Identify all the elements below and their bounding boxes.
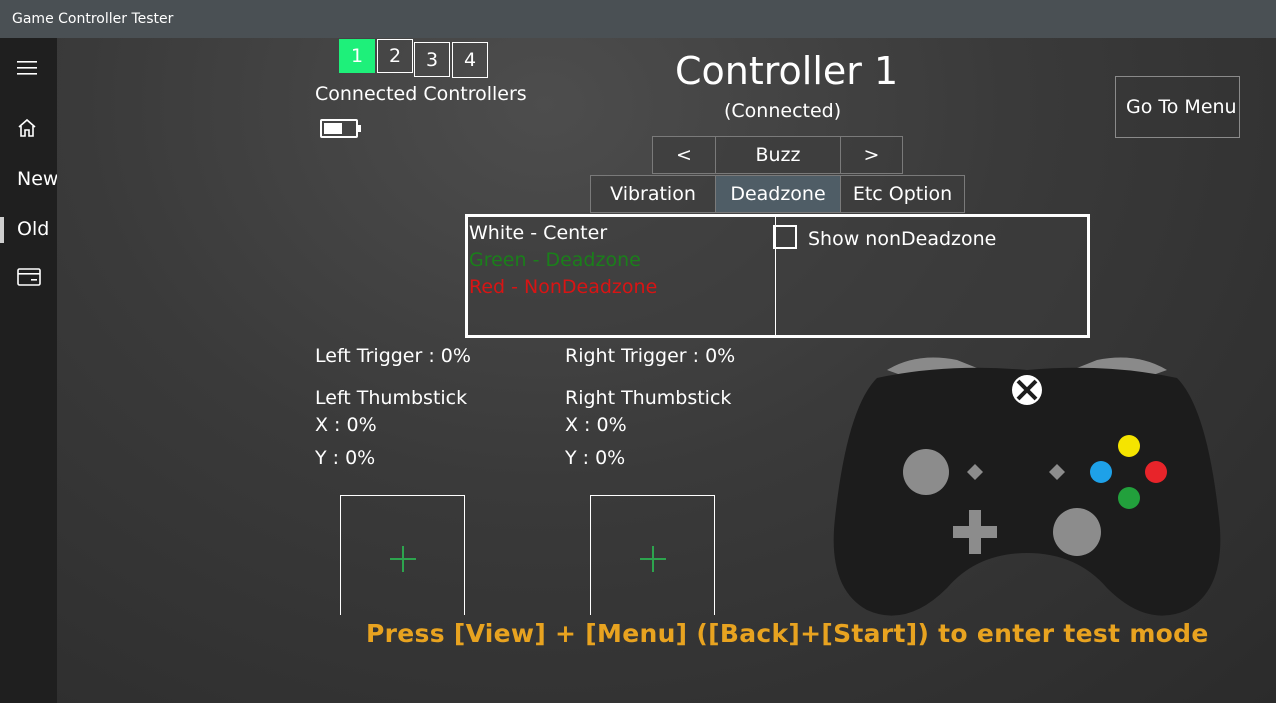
button-x bbox=[1090, 461, 1112, 483]
right-x-readout: X : 0% bbox=[565, 414, 627, 436]
button-a bbox=[1118, 487, 1140, 509]
go-to-menu-label: Go To Menu bbox=[1126, 96, 1237, 118]
prev-label: < bbox=[676, 144, 692, 166]
buzz-button[interactable]: Buzz bbox=[715, 136, 841, 174]
controller-number: 4 bbox=[463, 49, 477, 71]
show-nondeadzone-label: Show nonDeadzone bbox=[808, 228, 997, 250]
window-title: Game Controller Tester bbox=[12, 11, 174, 27]
gamepad-illustration bbox=[833, 357, 1221, 616]
tab-deadzone[interactable]: Deadzone bbox=[715, 175, 841, 213]
controller-3-button[interactable]: 3 bbox=[414, 42, 450, 77]
legend-deadzone: Green - Deadzone bbox=[469, 249, 641, 271]
deadzone-panel: White - Center Green - Deadzone Red - No… bbox=[465, 214, 1090, 338]
title-bar: Game Controller Tester bbox=[0, 0, 1276, 38]
left-thumbstick-label: Left Thumbstick bbox=[315, 387, 468, 409]
card-icon bbox=[17, 268, 41, 286]
right-thumbstick-label: Right Thumbstick bbox=[565, 387, 732, 409]
legend-center: White - Center bbox=[469, 222, 608, 244]
left-trigger-readout: Left Trigger : 0% bbox=[315, 345, 471, 367]
left-y-readout: Y : 0% bbox=[315, 447, 376, 469]
hamburger-icon bbox=[17, 61, 37, 75]
legend-nondeadzone: Red - NonDeadzone bbox=[469, 276, 658, 298]
controller-2-button[interactable]: 2 bbox=[377, 39, 413, 73]
next-label: > bbox=[863, 144, 880, 166]
sidebar-item-label: New bbox=[17, 168, 59, 190]
left-stick-crosshair-v bbox=[402, 546, 404, 572]
sidebar-item-old[interactable]: Old bbox=[0, 207, 57, 251]
show-nondeadzone-checkbox[interactable] bbox=[773, 225, 797, 249]
buzz-label: Buzz bbox=[755, 144, 801, 166]
controller-number: 3 bbox=[425, 48, 439, 71]
right-thumbstick bbox=[1053, 508, 1101, 556]
right-stick-crosshair-v bbox=[652, 546, 654, 572]
main-content: 1 2 3 4 Connected Controllers Controller… bbox=[57, 38, 1276, 703]
tab-label: Deadzone bbox=[730, 183, 826, 205]
right-y-readout: Y : 0% bbox=[565, 447, 626, 469]
controller-number: 2 bbox=[388, 45, 402, 67]
go-to-menu-button[interactable]: Go To Menu bbox=[1115, 76, 1240, 138]
tab-etc-option[interactable]: Etc Option bbox=[840, 175, 965, 213]
sidebar-item-new[interactable]: New bbox=[0, 157, 59, 201]
battery-icon bbox=[320, 119, 361, 138]
controller-1-button[interactable]: 1 bbox=[339, 39, 375, 73]
sidebar-item-card[interactable] bbox=[0, 255, 57, 299]
connected-controllers-label: Connected Controllers bbox=[315, 83, 527, 105]
sidebar-item-home[interactable] bbox=[0, 106, 57, 150]
left-thumbstick bbox=[903, 449, 949, 495]
controller-4-button[interactable]: 4 bbox=[452, 42, 488, 78]
right-trigger-readout: Right Trigger : 0% bbox=[565, 345, 736, 367]
test-mode-hint: Press [View] + [Menu] ([Back]+[Start]) t… bbox=[366, 619, 1209, 648]
left-stick-visualizer bbox=[340, 495, 465, 615]
tab-vibration[interactable]: Vibration bbox=[590, 175, 716, 213]
home-icon bbox=[18, 118, 36, 137]
button-y bbox=[1118, 435, 1140, 457]
hamburger-menu-button[interactable] bbox=[0, 46, 57, 90]
sidebar: New Old bbox=[0, 38, 59, 703]
button-b bbox=[1145, 461, 1167, 483]
tab-label: Vibration bbox=[610, 183, 696, 205]
controller-number: 1 bbox=[350, 45, 364, 67]
sidebar-item-label: Old bbox=[17, 218, 50, 240]
page-title: Controller 1 bbox=[675, 49, 899, 93]
prev-vibration-button[interactable]: < bbox=[652, 136, 716, 174]
left-x-readout: X : 0% bbox=[315, 414, 377, 436]
next-vibration-button[interactable]: > bbox=[840, 136, 903, 174]
right-stick-visualizer bbox=[590, 495, 715, 615]
tab-label: Etc Option bbox=[852, 183, 953, 205]
connection-status: (Connected) bbox=[724, 100, 842, 122]
